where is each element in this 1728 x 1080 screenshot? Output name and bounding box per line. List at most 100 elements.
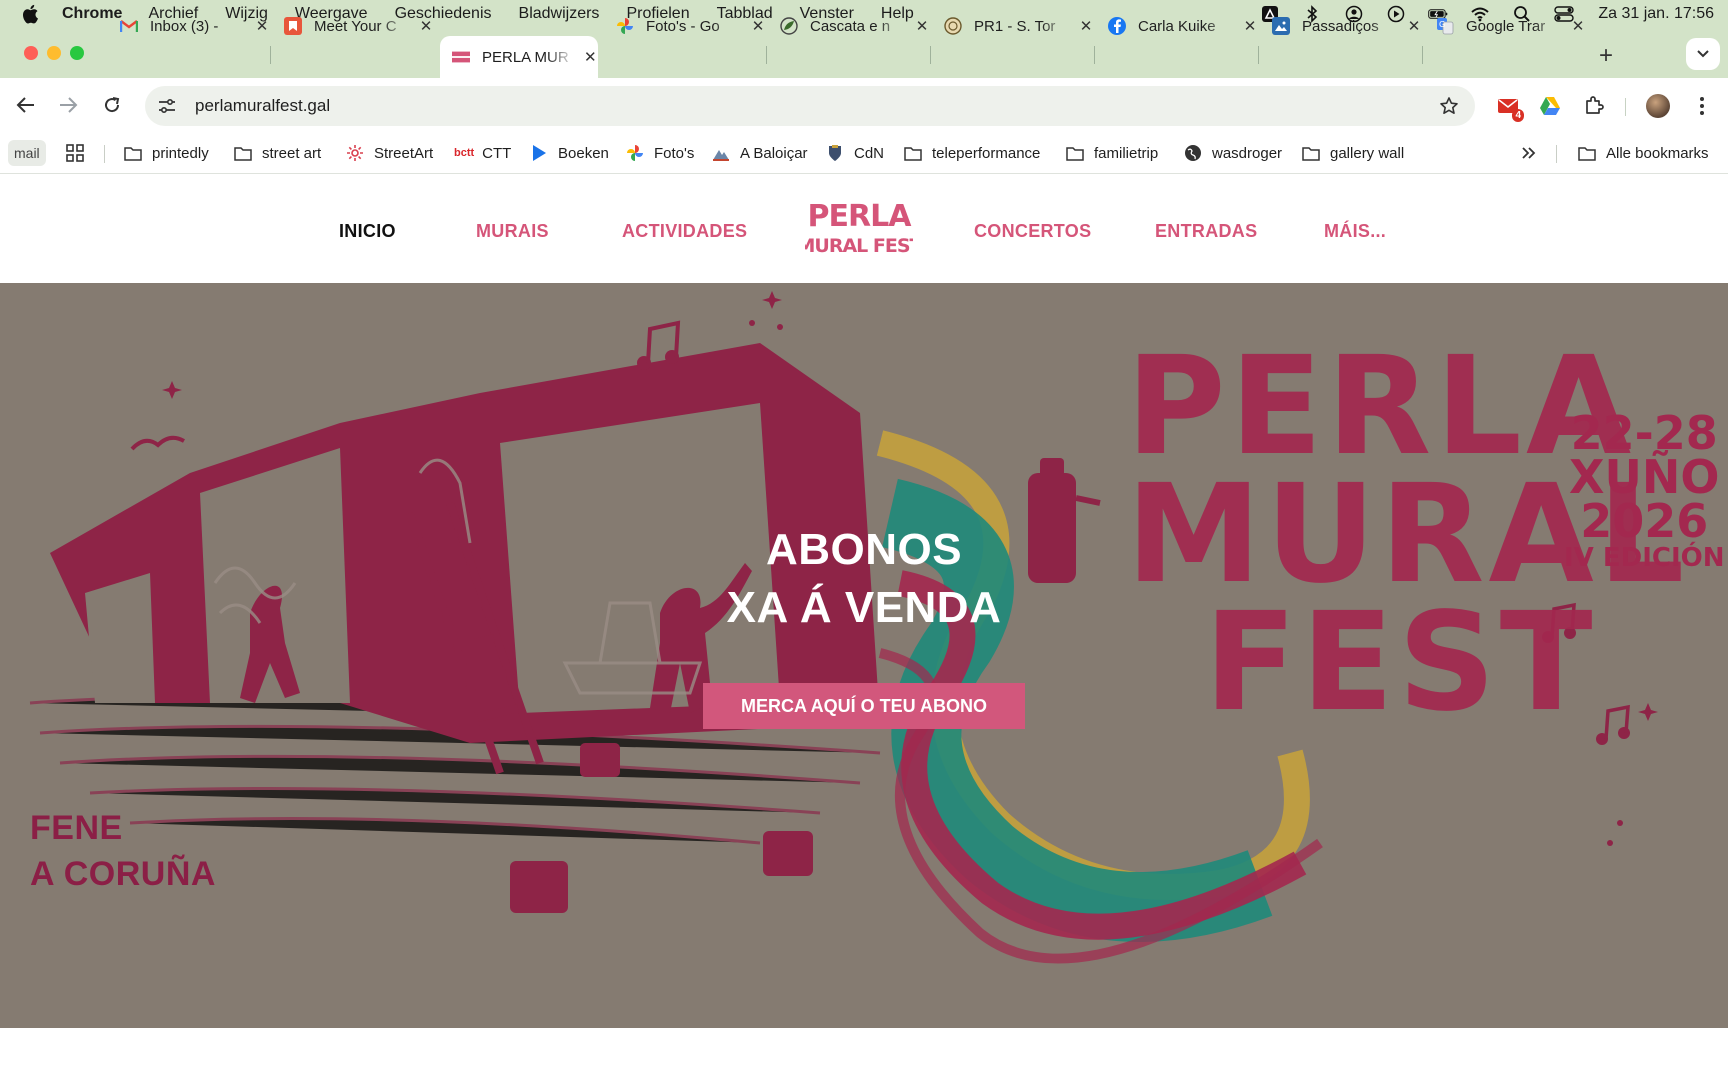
- tab-gmail[interactable]: Inbox (3) - ✕: [108, 8, 270, 44]
- tab-facebook[interactable]: Carla Kuike ✕: [1096, 8, 1258, 44]
- more-vertical-icon: [1700, 97, 1704, 115]
- folder-icon: [1578, 144, 1596, 162]
- festival-dates: 22-28 XUÑO 2026 IV EDICIÓN: [1564, 406, 1724, 573]
- puzzle-icon: [1586, 96, 1604, 114]
- bookmark-streetart[interactable]: StreetArt: [346, 140, 433, 166]
- close-window-button[interactable]: [24, 46, 38, 60]
- dates-line-2: XUÑO: [1569, 450, 1720, 504]
- close-tab-icon[interactable]: ✕: [1406, 18, 1422, 35]
- nav-inicio[interactable]: INICIO: [339, 221, 396, 242]
- hero-title: ABONOS XA Á VENDA: [664, 521, 1064, 637]
- apps-grid-button[interactable]: [66, 140, 94, 166]
- buy-pass-button[interactable]: MERCA AQUÍ O TEU ABONO: [703, 683, 1025, 729]
- reload-button[interactable]: [100, 93, 124, 117]
- more-bookmarks-button[interactable]: [1520, 140, 1548, 166]
- nav-entradas[interactable]: ENTRADAS: [1155, 221, 1257, 242]
- bookmark-label: StreetArt: [374, 144, 434, 162]
- svg-text:G: G: [1439, 20, 1445, 29]
- nav-actividades[interactable]: ACTIVIDADES: [622, 221, 747, 242]
- address-bar[interactable]: perlamuralfest.gal: [145, 86, 1475, 126]
- close-tab-icon[interactable]: ✕: [750, 18, 766, 35]
- tab-perla-mural-active[interactable]: PERLA MUR ✕: [440, 36, 598, 78]
- bookmark-wasdroger[interactable]: wasdroger: [1184, 140, 1282, 166]
- menubar-clock[interactable]: Za 31 jan. 17:56: [1598, 5, 1714, 23]
- forward-button[interactable]: [56, 93, 80, 117]
- bookmark-label: teleperformance: [932, 144, 1041, 162]
- menu-bladwijzers[interactable]: Bladwijzers: [519, 5, 600, 23]
- bookmark-cdn[interactable]: CdN: [826, 140, 884, 166]
- bookmark-icon: [284, 17, 302, 35]
- bookmark-label: A Baloiçar: [740, 144, 808, 162]
- tab-cascata[interactable]: Cascata e n ✕: [768, 8, 930, 44]
- tab-separator: [1258, 46, 1259, 64]
- nav-mais[interactable]: MÁIS...: [1324, 221, 1386, 242]
- close-tab-icon[interactable]: ✕: [418, 18, 434, 35]
- hero-title-line-2: XA Á VENDA: [726, 583, 1002, 632]
- apps-grid-icon: [66, 144, 84, 162]
- all-bookmarks-button[interactable]: Alle bookmarks: [1578, 140, 1709, 166]
- tab-pr1[interactable]: PR1 - S. Tor ✕: [932, 8, 1094, 44]
- bookmark-mail[interactable]: mail: [8, 140, 46, 166]
- bookmark-ctt[interactable]: bctt CTT: [454, 140, 511, 166]
- tab-separator: [270, 46, 271, 64]
- bookmark-gallery-wall[interactable]: gallery wall: [1302, 140, 1404, 166]
- tab-google-photos[interactable]: Foto's - Go ✕: [604, 8, 766, 44]
- zoom-window-button[interactable]: [70, 46, 84, 60]
- bookmark-label: Alle bookmarks: [1606, 144, 1709, 162]
- folder-icon: [234, 144, 252, 162]
- close-tab-icon[interactable]: ✕: [1078, 18, 1094, 35]
- bookmark-printedly[interactable]: printedly: [124, 140, 209, 166]
- close-tab-icon[interactable]: ✕: [1242, 18, 1258, 35]
- tab-separator: [1422, 46, 1423, 64]
- tab-passadicos[interactable]: Passadiços ✕: [1260, 8, 1422, 44]
- photos-icon: [616, 17, 634, 35]
- bookmark-label: CTT: [482, 144, 512, 162]
- nav-murais[interactable]: MURAIS: [476, 221, 549, 242]
- google-drive-button[interactable]: [1538, 94, 1562, 118]
- tab-title: Carla Kuike: [1138, 17, 1216, 35]
- site-settings-icon[interactable]: [153, 92, 181, 120]
- bookmark-label: printedly: [152, 144, 209, 162]
- bookmark-street-art[interactable]: street art: [234, 140, 321, 166]
- tab-separator: [930, 46, 931, 64]
- play-books-icon: [530, 144, 548, 162]
- chevron-down-icon: [1697, 50, 1709, 58]
- bookmark-a-baloicar[interactable]: A Baloiçar: [712, 140, 808, 166]
- globe-icon: [1184, 144, 1202, 162]
- close-tab-icon[interactable]: ✕: [583, 49, 598, 66]
- leaf-icon: [780, 17, 798, 35]
- tab-title: PERLA MUR: [482, 48, 569, 66]
- tab-meet-your[interactable]: Meet Your C ✕: [272, 8, 434, 44]
- tab-separator: [766, 46, 767, 64]
- apple-icon[interactable]: [22, 4, 42, 24]
- logo-line-1: PERLA: [808, 199, 913, 234]
- dates-line-1: 22-28: [1570, 406, 1718, 460]
- close-tab-icon[interactable]: ✕: [914, 18, 930, 35]
- extensions-button[interactable]: [1582, 94, 1606, 118]
- bookmark-star-icon[interactable]: [1439, 96, 1459, 116]
- bookmark-label: Foto's: [654, 144, 695, 162]
- nav-concertos[interactable]: CONCERTOS: [974, 221, 1091, 242]
- close-tab-icon[interactable]: ✕: [254, 18, 270, 35]
- new-tab-button[interactable]: +: [1594, 42, 1618, 69]
- back-button[interactable]: [14, 93, 38, 117]
- url-text[interactable]: perlamuralfest.gal: [195, 96, 330, 116]
- minimize-window-button[interactable]: [47, 46, 61, 60]
- close-tab-icon[interactable]: ✕: [1570, 18, 1586, 35]
- mail-extension-button[interactable]: 4: [1496, 94, 1524, 122]
- profile-avatar[interactable]: [1646, 94, 1670, 118]
- bookmark-teleperformance[interactable]: teleperformance: [904, 140, 1040, 166]
- festival-name-line-3: FEST: [1204, 584, 1597, 742]
- bookmark-familietrip[interactable]: familietrip: [1066, 140, 1158, 166]
- tab-search-button[interactable]: [1686, 38, 1720, 70]
- tab-title: Google Trar: [1466, 17, 1546, 35]
- bookmark-fotos[interactable]: Foto's: [626, 140, 694, 166]
- perla-mural-fest-logo[interactable]: PERLA MURAL FEST: [797, 196, 924, 257]
- chrome-menu-button[interactable]: [1690, 94, 1714, 118]
- sunburst-icon: [346, 144, 364, 162]
- image-icon: [1272, 17, 1290, 35]
- folder-icon: [1302, 144, 1320, 162]
- bookmark-label: wasdroger: [1212, 144, 1283, 162]
- tab-google-translate[interactable]: G Google Trar ✕: [1424, 8, 1586, 44]
- bookmark-boeken[interactable]: Boeken: [530, 140, 609, 166]
